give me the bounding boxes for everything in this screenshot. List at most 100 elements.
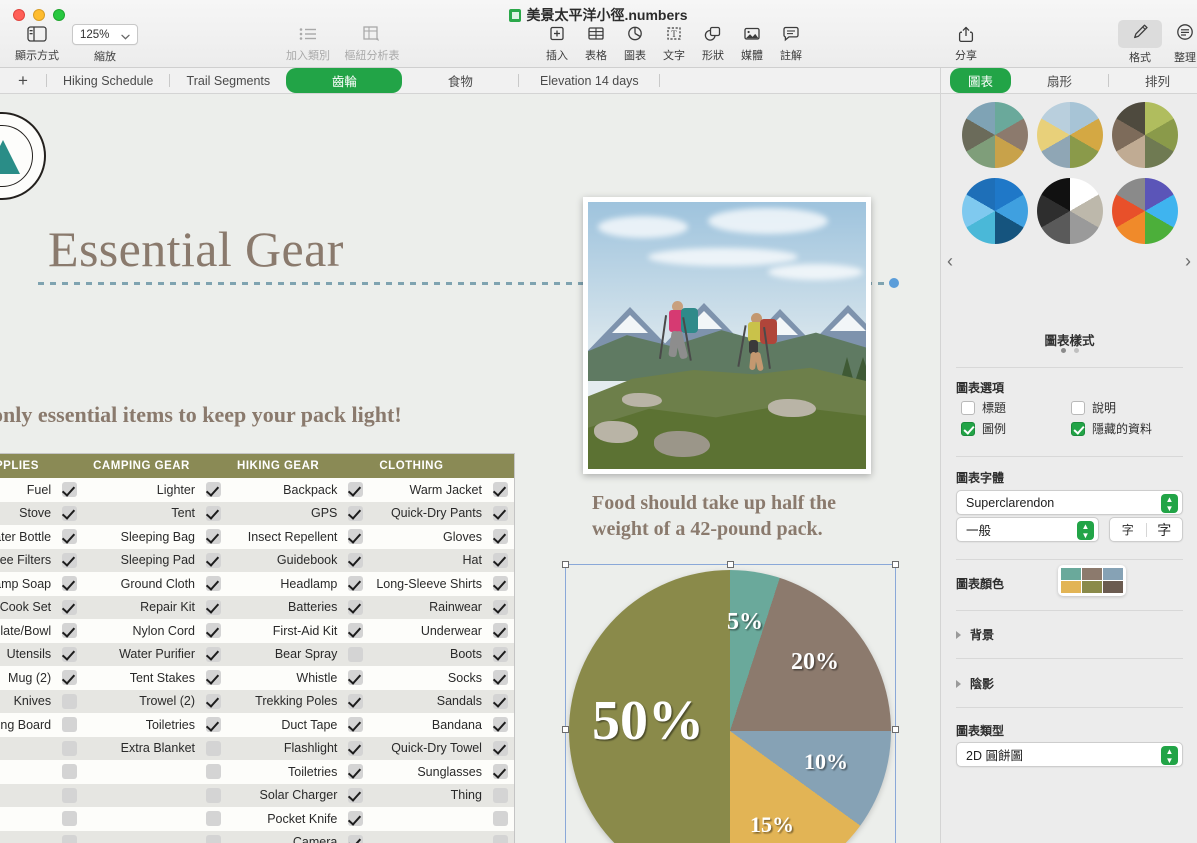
checkbox-cell[interactable] — [206, 694, 221, 709]
cell-supplies[interactable] — [0, 831, 56, 843]
resize-handle-w[interactable] — [562, 726, 569, 733]
col-header-clothing[interactable]: CLOTHING — [369, 454, 514, 478]
cell-clothing[interactable]: Sunglasses — [369, 760, 487, 784]
cell-supplies-check[interactable] — [56, 713, 83, 737]
checkbox-cell[interactable] — [348, 741, 363, 756]
checkbox-cell[interactable] — [206, 576, 221, 591]
table-row[interactable]: StoveTentGPSQuick-Dry Pants — [0, 502, 514, 526]
cell-supplies[interactable]: Fuel — [0, 478, 56, 502]
checkbox-cell[interactable] — [206, 764, 221, 779]
cell-hiking-check[interactable] — [342, 784, 369, 808]
pager-dot-2[interactable] — [1074, 348, 1079, 353]
checkbox-cell[interactable] — [348, 694, 363, 709]
checkbox-cell[interactable] — [62, 600, 77, 615]
cell-hiking[interactable]: Solar Charger — [227, 784, 342, 808]
cell-clothing[interactable] — [369, 807, 487, 831]
cell-camping[interactable]: Tent — [83, 502, 200, 526]
cell-clothing-check[interactable] — [487, 619, 514, 643]
chart-type-select[interactable]: 2D 圓餅圖 ▲▼ — [956, 742, 1183, 767]
cell-supplies[interactable]: Stove — [0, 502, 56, 526]
cell-camping-check[interactable] — [200, 572, 227, 596]
cell-hiking-check[interactable] — [342, 525, 369, 549]
cell-camping[interactable]: Lighter — [83, 478, 200, 502]
cell-clothing-check[interactable] — [487, 666, 514, 690]
checkbox-cell[interactable] — [348, 835, 363, 843]
checkbox-cell[interactable] — [206, 741, 221, 756]
checkbox-cell[interactable] — [348, 670, 363, 685]
cell-clothing[interactable]: Quick-Dry Pants — [369, 502, 487, 526]
cell-supplies-check[interactable] — [56, 643, 83, 667]
checkbox-cell[interactable] — [62, 529, 77, 544]
option-hidden-data[interactable]: 隱藏的資料 — [1071, 420, 1152, 437]
col-header-supplies[interactable]: SUPPLIES — [0, 454, 83, 478]
checkbox-cell[interactable] — [493, 506, 508, 521]
cell-clothing-check[interactable] — [487, 713, 514, 737]
stepper-icon[interactable]: ▲▼ — [1077, 521, 1094, 540]
cell-supplies-check[interactable] — [56, 596, 83, 620]
cell-supplies-check[interactable] — [56, 525, 83, 549]
checkbox-cell[interactable] — [493, 694, 508, 709]
cell-camping-check[interactable] — [200, 502, 227, 526]
zoom-select[interactable]: 125% — [72, 24, 138, 45]
checkbox-cell[interactable] — [206, 811, 221, 826]
cell-hiking-check[interactable] — [342, 502, 369, 526]
color-swatch[interactable] — [1061, 568, 1081, 580]
cell-supplies-check[interactable] — [56, 549, 83, 573]
cell-clothing[interactable] — [369, 831, 487, 843]
checkbox-cell[interactable] — [348, 529, 363, 544]
tab-chart[interactable]: 圖表 — [950, 68, 1011, 93]
cell-camping[interactable]: Trowel (2) — [83, 690, 200, 714]
cell-clothing[interactable]: Hat — [369, 549, 487, 573]
checkbox-cell[interactable] — [493, 553, 508, 568]
checkbox-cell[interactable] — [493, 717, 508, 732]
cell-clothing[interactable]: Underwear — [369, 619, 487, 643]
checkbox-cell[interactable] — [348, 764, 363, 779]
cell-camping[interactable]: Extra Blanket — [83, 737, 200, 761]
cell-clothing-check[interactable] — [487, 502, 514, 526]
cell-supplies[interactable]: tting Board — [0, 713, 56, 737]
cell-hiking-check[interactable] — [342, 737, 369, 761]
cell-hiking-check[interactable] — [342, 596, 369, 620]
cell-clothing-check[interactable] — [487, 831, 514, 843]
color-swatch[interactable] — [1082, 568, 1102, 580]
cell-supplies-check[interactable] — [56, 572, 83, 596]
checkbox-cell[interactable] — [206, 482, 221, 497]
col-header-camping-gear[interactable]: CAMPING GEAR — [83, 454, 227, 478]
chart-color-swatches[interactable] — [1058, 565, 1126, 596]
checkbox-cell[interactable] — [348, 717, 363, 732]
stepper-icon[interactable]: ▲▼ — [1161, 494, 1178, 513]
table-row[interactable]: UtensilsWater PurifierBear SprayBoots — [0, 643, 514, 667]
cell-camping-check[interactable] — [200, 619, 227, 643]
cell-hiking[interactable]: Camera — [227, 831, 342, 843]
cell-hiking[interactable]: Bear Spray — [227, 643, 342, 667]
cell-clothing-check[interactable] — [487, 690, 514, 714]
hikers-photo-frame[interactable] — [583, 197, 871, 474]
checkbox-cell[interactable] — [206, 506, 221, 521]
table-row[interactable]: Solar ChargerThing — [0, 784, 514, 808]
checkbox-cell[interactable] — [206, 600, 221, 615]
cell-camping-check[interactable] — [200, 525, 227, 549]
table-row[interactable]: Water BottleSleeping BagInsect Repellent… — [0, 525, 514, 549]
table-row[interactable]: offee FiltersSleeping PadGuidebookHat — [0, 549, 514, 573]
checkbox-cell[interactable] — [493, 764, 508, 779]
checkbox-cell[interactable] — [493, 623, 508, 638]
document-canvas[interactable]: PACIFIC Essential Gear only essential it… — [0, 94, 940, 843]
gear-checklist-table[interactable]: SUPPLIES CAMPING GEAR HIKING GEAR CLOTHI… — [0, 454, 514, 843]
checkbox-cell[interactable] — [348, 623, 363, 638]
checkbox-cell[interactable] — [62, 764, 77, 779]
checkbox-cell[interactable] — [493, 647, 508, 662]
cell-hiking[interactable]: Backpack — [227, 478, 342, 502]
cell-supplies[interactable]: Cook Set — [0, 596, 56, 620]
cell-hiking-check[interactable] — [342, 831, 369, 843]
cell-hiking-check[interactable] — [342, 549, 369, 573]
table-row[interactable]: tting BoardToiletriesDuct TapeBandana — [0, 713, 514, 737]
cell-clothing[interactable]: Gloves — [369, 525, 487, 549]
checkbox-legend[interactable] — [961, 422, 975, 436]
cell-supplies[interactable]: offee Filters — [0, 549, 56, 573]
chart-style-thumb-3[interactable] — [1112, 102, 1178, 168]
checkbox-cell[interactable] — [348, 576, 363, 591]
cell-clothing-check[interactable] — [487, 737, 514, 761]
pager-dot-1[interactable] — [1061, 348, 1066, 353]
cell-camping[interactable]: Repair Kit — [83, 596, 200, 620]
cell-camping-check[interactable] — [200, 666, 227, 690]
